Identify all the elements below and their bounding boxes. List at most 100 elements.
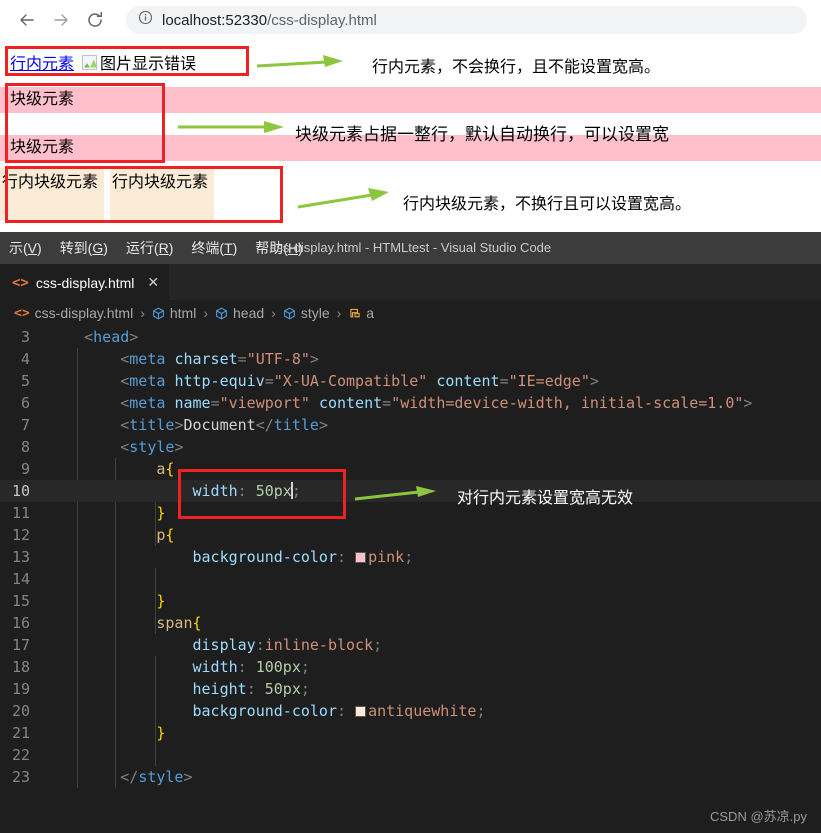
code-text: <meta http-equiv="X-UA-Compatible" conte… — [120, 372, 599, 390]
line-number: 13 — [11, 548, 30, 566]
code-text: display:inline-block; — [192, 636, 383, 654]
symbol-cube-icon — [215, 307, 228, 320]
menu-item-go[interactable]: 转到(G) — [51, 234, 117, 262]
code-text: <head> — [84, 328, 139, 346]
breadcrumb-item-a[interactable]: a — [366, 305, 374, 321]
code-text: } — [156, 592, 166, 610]
code-line: 15 } — [0, 590, 821, 612]
line-number: 11 — [11, 504, 30, 522]
address-bar[interactable]: localhost:52330/css-display.html — [126, 6, 807, 34]
tab-css-display-html[interactable]: <> css-display.html ✕ — [0, 264, 171, 300]
watermark: CSDN @苏凉.py — [710, 809, 807, 824]
code-text: width: 100px; — [192, 658, 310, 676]
vscode-window: 示(V) 转到(G) 运行(R) 终端(T) 帮助(H) css-display… — [0, 232, 821, 833]
rendered-page: 行内元素 图片显示错误 块级元素 块级元素 行内块级元素 行内块级元素 行内元素… — [0, 40, 821, 232]
menu-item-view[interactable]: 示(V) — [0, 234, 51, 262]
code-text: background-color: antiquewhite; — [192, 702, 486, 720]
code-line: 3 <head> — [0, 326, 821, 348]
code-line: 12 p{ — [0, 524, 821, 546]
code-line: 5 <meta http-equiv="X-UA-Compatible" con… — [0, 370, 821, 392]
menu-bar: 示(V) 转到(G) 运行(R) 终端(T) 帮助(H) — [0, 234, 312, 262]
code-editor[interactable]: 3 <head> 4 <meta charset="UTF-8"> 5 <met… — [0, 326, 821, 833]
code-text: height: 50px; — [192, 680, 310, 698]
back-button[interactable] — [10, 3, 44, 37]
line-number: 12 — [11, 526, 30, 544]
line-number: 7 — [20, 416, 30, 434]
reload-icon — [88, 11, 103, 27]
line-number: 22 — [11, 746, 30, 764]
forward-button[interactable] — [44, 3, 78, 37]
code-line: 23 </style> — [0, 766, 821, 788]
url-host: localhost:52330 — [162, 11, 268, 29]
inline-content: 行内元素 图片显示错误 — [10, 50, 196, 74]
code-text: width: 50px; — [192, 482, 301, 500]
code-text: span{ — [156, 614, 202, 632]
symbol-ruler-icon — [348, 307, 361, 320]
code-line: 8 <style> — [0, 436, 821, 458]
code-line: 19 height: 50px; — [0, 678, 821, 700]
code-line: 20 background-color: antiquewhite; — [0, 700, 821, 722]
annotation-inline-block: 行内块级元素，不换行且可以设置宽高。 — [403, 196, 692, 213]
code-line: 18 width: 100px; — [0, 656, 821, 678]
html-file-icon: <> — [12, 274, 29, 291]
code-text: <style> — [120, 438, 184, 456]
line-number: 14 — [11, 570, 30, 588]
inline-block-2: 行内块级元素 — [110, 168, 214, 220]
line-number: 16 — [11, 614, 30, 632]
code-text: } — [156, 724, 166, 742]
line-number: 6 — [20, 394, 30, 412]
menu-item-help[interactable]: 帮助(H) — [246, 234, 311, 262]
browser-toolbar: localhost:52330/css-display.html — [0, 0, 821, 40]
code-text: <meta name="viewport" content="width=dev… — [120, 394, 753, 412]
code-line-active: 10 width: 50px; — [0, 480, 821, 502]
line-number: 23 — [11, 768, 30, 786]
code-line: 11 } — [0, 502, 821, 524]
code-line: 21 } — [0, 722, 821, 744]
broken-image-alt-text: 图片显示错误 — [100, 56, 197, 73]
symbol-cube-icon — [283, 307, 296, 320]
code-line: 9 a{ — [0, 458, 821, 480]
browser-window: localhost:52330/css-display.html 行内元素 图片… — [0, 0, 821, 232]
code-line: 16 span{ — [0, 612, 821, 634]
code-line: 4 <meta charset="UTF-8"> — [0, 348, 821, 370]
annotation-block: 块级元素占据一整行，默认自动换行，可以设置宽 — [295, 125, 669, 144]
line-number: 19 — [11, 680, 30, 698]
chevron-right-icon: › — [336, 305, 342, 321]
code-line: 14 — [0, 568, 821, 590]
chevron-right-icon: › — [140, 305, 145, 321]
breadcrumb-item-file[interactable]: css-display.html — [35, 305, 134, 321]
arrow-right-icon — [54, 14, 68, 26]
menu-item-run[interactable]: 运行(R) — [117, 234, 182, 262]
chevron-right-icon: › — [203, 305, 208, 321]
code-line: 17 display:inline-block; — [0, 634, 821, 656]
block-element-1-text: 块级元素 — [10, 91, 75, 108]
breadcrumb-item-style[interactable]: style — [301, 305, 330, 321]
url-text: localhost:52330/css-display.html — [162, 12, 377, 29]
breadcrumb-item-html[interactable]: html — [170, 305, 196, 321]
line-number: 21 — [11, 724, 30, 742]
code-line: 7 <title>Document</title> — [0, 414, 821, 436]
close-icon[interactable]: ✕ — [147, 274, 159, 291]
line-number: 4 — [20, 350, 30, 368]
breadcrumb-item-head[interactable]: head — [233, 305, 264, 321]
code-text: p{ — [156, 526, 175, 544]
block-element-1: 块级元素 — [0, 87, 821, 113]
url-path: /css-display.html — [267, 11, 377, 29]
broken-image-icon — [82, 54, 98, 70]
site-info-icon[interactable] — [138, 10, 153, 30]
line-number: 8 — [20, 438, 30, 456]
line-number: 18 — [11, 658, 30, 676]
code-text: <title>Document</title> — [120, 416, 328, 434]
code-line: 13 background-color: pink; — [0, 546, 821, 568]
line-number: 3 — [20, 328, 30, 346]
html-file-icon: <> — [14, 305, 30, 321]
code-line: 6 <meta name="viewport" content="width=d… — [0, 392, 821, 414]
code-text: a{ — [156, 460, 175, 478]
inline-link[interactable]: 行内元素 — [10, 50, 74, 74]
breadcrumb: <> css-display.html › html › head › styl… — [0, 300, 821, 326]
reload-button[interactable] — [78, 3, 112, 37]
code-line: 22 — [0, 744, 821, 766]
inline-block-1: 行内块级元素 — [0, 168, 104, 220]
menu-item-terminal[interactable]: 终端(T) — [182, 234, 246, 262]
line-number: 9 — [20, 460, 30, 478]
